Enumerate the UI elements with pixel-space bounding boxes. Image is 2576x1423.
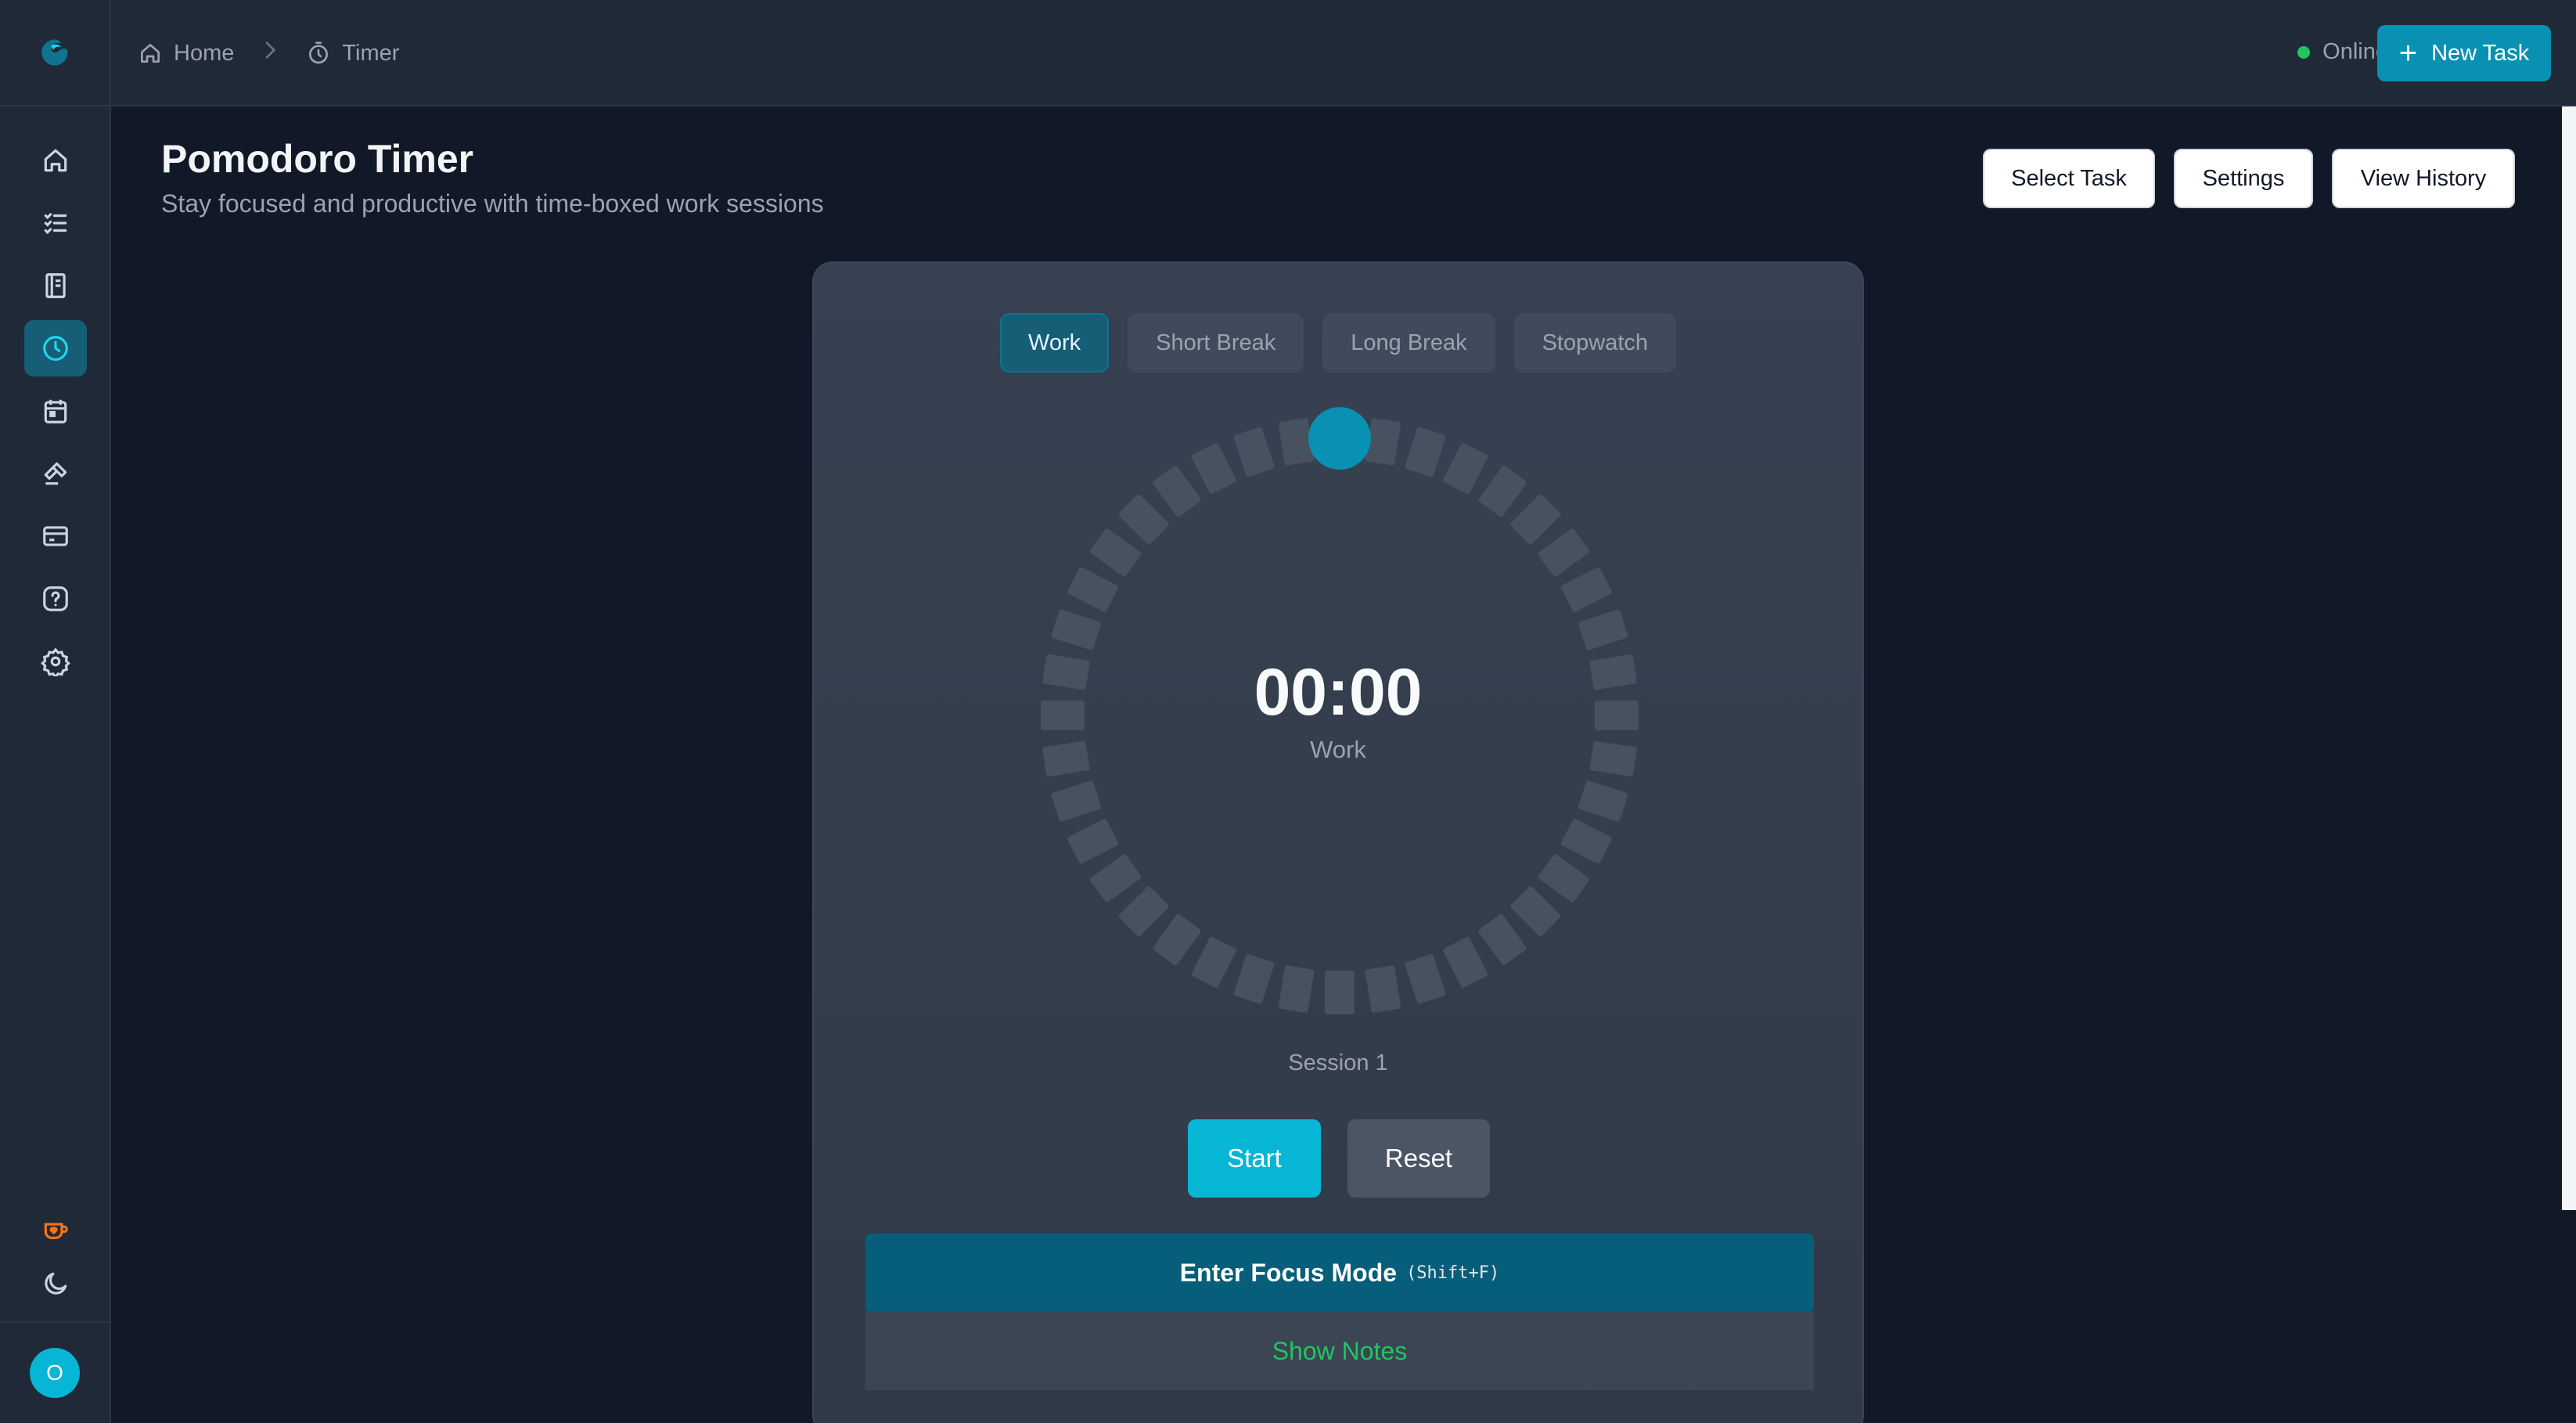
dial-segment bbox=[1153, 913, 1201, 966]
dial-segment bbox=[1191, 936, 1236, 988]
show-notes-label: Show Notes bbox=[1272, 1336, 1408, 1365]
home-icon bbox=[141, 44, 160, 63]
sidebar-divider bbox=[0, 1321, 111, 1323]
page-title: Pomodoro Timer bbox=[161, 137, 474, 181]
timer-display: 00:00 bbox=[1254, 655, 1423, 729]
breadcrumb-timer-label: Timer bbox=[342, 40, 400, 66]
dial-segment bbox=[1443, 443, 1488, 495]
dial-segment bbox=[1067, 567, 1119, 612]
focus-mode-label: Enter Focus Mode bbox=[1179, 1258, 1398, 1287]
dial-segment bbox=[1233, 427, 1275, 477]
dial-segment bbox=[1051, 609, 1102, 650]
dial-segment bbox=[1278, 965, 1315, 1013]
top-header: Home Timer Online + New Task bbox=[111, 0, 2576, 106]
reset-button[interactable]: Reset bbox=[1347, 1119, 1490, 1198]
dial-segment bbox=[1578, 780, 1628, 822]
sidebar: O bbox=[0, 0, 111, 1423]
progress-knob bbox=[1308, 407, 1371, 470]
coffee-heart-icon bbox=[44, 1223, 68, 1240]
breadcrumb-home[interactable]: Home bbox=[138, 41, 234, 67]
logo-area bbox=[0, 0, 110, 106]
card-icon bbox=[43, 526, 68, 546]
dial-segment bbox=[1538, 528, 1590, 577]
dial-segment bbox=[1191, 443, 1236, 495]
gear-icon bbox=[41, 647, 70, 676]
dial-segment bbox=[1560, 567, 1612, 612]
connection-status: Online bbox=[2297, 39, 2388, 65]
plus-icon: + bbox=[2398, 36, 2418, 70]
dial-segment bbox=[1325, 971, 1355, 1014]
nav-calendar[interactable] bbox=[24, 383, 87, 439]
nav-help[interactable] bbox=[24, 571, 87, 627]
dial-segment bbox=[1405, 953, 1446, 1004]
view-history-button[interactable]: View History bbox=[2332, 149, 2515, 208]
focus-mode-button[interactable]: Enter Focus Mode (Shift+F) bbox=[865, 1234, 1814, 1312]
nav-settings[interactable] bbox=[24, 633, 87, 690]
page-subtitle: Stay focused and productive with time-bo… bbox=[161, 189, 824, 218]
dial-segment bbox=[1089, 528, 1142, 577]
nav-billing[interactable] bbox=[24, 508, 87, 564]
nav-home[interactable] bbox=[24, 132, 87, 189]
dial-segment bbox=[1051, 780, 1102, 822]
chevron-right-icon bbox=[257, 38, 282, 69]
calendar-icon bbox=[44, 399, 67, 423]
settings-button[interactable]: Settings bbox=[2174, 149, 2313, 208]
theme-toggle[interactable] bbox=[24, 1255, 87, 1312]
timer-mode-label: Work bbox=[1310, 736, 1366, 763]
dial-segment bbox=[1233, 953, 1275, 1004]
dial-segment bbox=[1578, 609, 1628, 650]
task-list-icon bbox=[44, 213, 67, 235]
notebook-icon bbox=[45, 273, 66, 298]
new-task-label: New Task bbox=[2431, 40, 2530, 66]
home-icon bbox=[44, 149, 67, 172]
select-task-button[interactable]: Select Task bbox=[1983, 149, 2155, 208]
breadcrumb: Home Timer bbox=[138, 34, 399, 72]
focus-mode-shortcut: (Shift+F) bbox=[1406, 1263, 1500, 1283]
timer-icon bbox=[309, 41, 329, 64]
session-label: Session 1 bbox=[1288, 1050, 1388, 1075]
nav-timer[interactable] bbox=[24, 320, 87, 376]
dial-segment bbox=[1478, 465, 1527, 517]
dial-segment bbox=[1510, 886, 1561, 937]
help-icon bbox=[43, 586, 68, 611]
moon-icon bbox=[45, 1272, 67, 1295]
support-button[interactable] bbox=[24, 1202, 87, 1259]
scrollbar[interactable] bbox=[2562, 106, 2576, 1210]
dial-segment bbox=[1538, 854, 1590, 902]
nav-tasks[interactable] bbox=[24, 195, 87, 251]
dial-segment bbox=[1365, 965, 1401, 1013]
dial-segment bbox=[1118, 494, 1169, 545]
avatar[interactable]: O bbox=[30, 1348, 80, 1398]
show-notes-button[interactable]: Show Notes bbox=[865, 1312, 1814, 1390]
dial-segment bbox=[1443, 936, 1488, 988]
app-logo-icon[interactable] bbox=[39, 37, 70, 68]
timer-card: Work Short Break Long Break Stopwatch 00… bbox=[812, 261, 1864, 1423]
breadcrumb-home-label: Home bbox=[174, 40, 235, 66]
dial-segment bbox=[1067, 819, 1119, 864]
dial-segment bbox=[1089, 854, 1142, 902]
start-button[interactable]: Start bbox=[1188, 1119, 1321, 1198]
nav-tools[interactable] bbox=[24, 445, 87, 502]
status-dot bbox=[2297, 45, 2311, 59]
new-task-button[interactable]: + New Task bbox=[2377, 25, 2551, 81]
dial-segment bbox=[1560, 819, 1612, 864]
nav-notes[interactable] bbox=[24, 258, 87, 314]
breadcrumb-timer[interactable]: Timer bbox=[306, 41, 399, 67]
dial-segment bbox=[1118, 886, 1169, 937]
dial-segment bbox=[1510, 494, 1561, 545]
dial-segment bbox=[1153, 465, 1201, 517]
dial-segment bbox=[1405, 427, 1446, 477]
clock-icon bbox=[43, 336, 68, 361]
hammer-icon bbox=[44, 462, 67, 485]
dial-segment bbox=[1478, 913, 1527, 966]
